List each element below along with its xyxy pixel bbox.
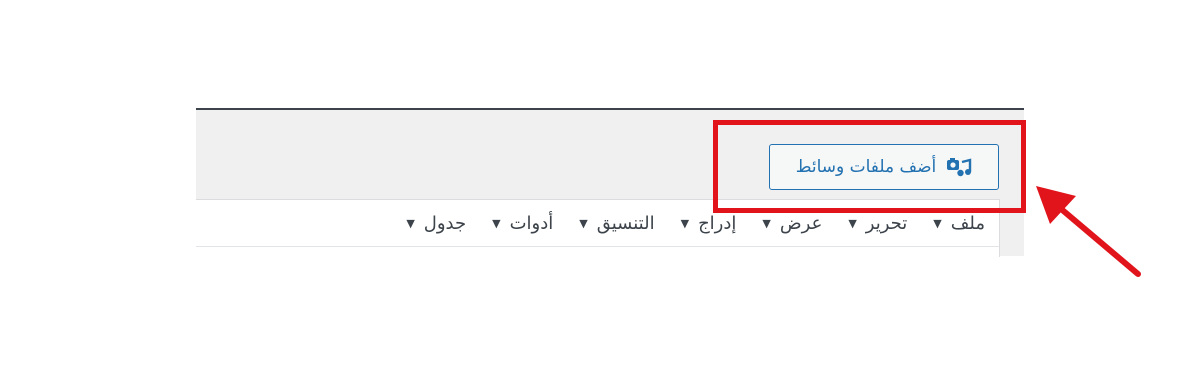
menu-edit-label: تحرير <box>865 212 908 234</box>
menu-view-label: عرض <box>779 212 823 234</box>
red-arrow-icon <box>1036 186 1141 277</box>
caret-down-icon: ▼ <box>579 216 588 230</box>
caret-down-icon: ▼ <box>406 216 415 230</box>
caret-down-icon: ▼ <box>762 216 771 230</box>
menu-tools-label: أدوات <box>509 212 554 234</box>
menu-edit[interactable]: تحرير ▼ <box>848 213 907 234</box>
menu-view[interactable]: عرض ▼ <box>762 213 822 234</box>
menu-file-label: ملف <box>950 212 985 234</box>
menu-insert-label: إدراج <box>698 212 737 234</box>
menu-table-label: جدول <box>423 212 467 234</box>
menu-format[interactable]: التنسيق ▼ <box>579 213 654 234</box>
menu-table[interactable]: جدول ▼ <box>406 213 466 234</box>
menu-format-label: التنسيق <box>596 212 655 234</box>
caret-down-icon: ▼ <box>848 216 857 230</box>
caret-down-icon: ▼ <box>933 216 942 230</box>
caret-down-icon: ▼ <box>492 216 501 230</box>
menu-file[interactable]: ملف ▼ <box>933 213 985 234</box>
menu-tools[interactable]: أدوات ▼ <box>492 213 553 234</box>
caret-down-icon: ▼ <box>680 216 690 230</box>
highlight-box <box>713 120 1026 213</box>
menu-insert[interactable]: إدراج ▼ <box>681 213 737 234</box>
